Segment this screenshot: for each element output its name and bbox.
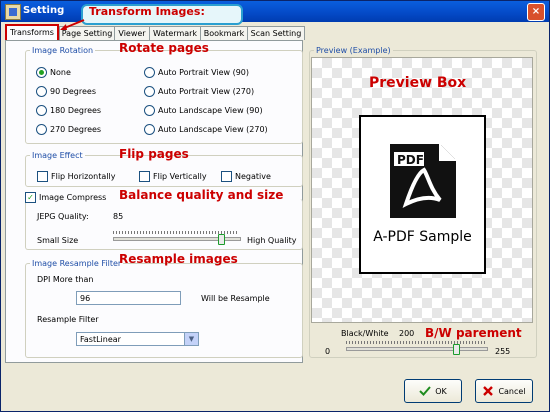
annotation-flip-pages: Flip pages [119,147,189,161]
pdf-file-icon: PDF [390,144,456,218]
quality-slider-thumb[interactable] [217,234,225,245]
radio-label: 90 Degrees [50,87,97,96]
preview-legend: Preview (Example) [316,46,391,55]
radio-icon [144,86,155,97]
bw-slider-ticks [346,341,486,344]
radio-selected-icon [36,67,47,78]
checkbox-label: Image Compress [39,193,107,202]
annotation-resample-images: Resample images [119,252,238,266]
small-size-label: Small Size [37,236,79,245]
radio-auto-landscape-90[interactable]: Auto Landscape View (90) [144,105,263,116]
checkbox-icon [139,171,150,182]
bw-label: Black/White [341,329,389,338]
radio-icon [36,124,47,135]
check-mark-icon: ✓ [25,192,36,203]
radio-none[interactable]: None [36,67,71,78]
bw-max-label: 255 [495,347,511,356]
radio-auto-portrait-270[interactable]: Auto Portrait View (270) [144,86,254,97]
bw-slider[interactable] [346,347,488,351]
image-compress-checkbox[interactable]: ✓ Image Compress [25,192,110,203]
radio-label: Auto Portrait View (270) [158,87,255,96]
preview-box: PDF A-PDF Sample [311,57,533,323]
flip-vertically-checkbox[interactable]: Flip Vertically [139,171,207,182]
app-icon [5,4,21,20]
setting-dialog: Setting × Transforms Page Setting Viewer… [0,0,550,412]
radio-label: Auto Landscape View (270) [158,125,268,134]
image-effect-legend: Image Effect [32,151,83,160]
check-icon [419,386,431,396]
resample-filter-legend: Image Resample Filter [32,259,122,268]
checkbox-icon [221,171,232,182]
negative-checkbox[interactable]: Negative [221,171,271,182]
annotation-transform-images: Transform Images: [89,5,205,18]
radio-auto-portrait-90[interactable]: Auto Portrait View (90) [144,67,249,78]
radio-icon [36,105,47,116]
radio-label: Auto Portrait View (90) [158,68,250,77]
resample-filter-label: Resample Filter [37,315,99,324]
x-icon [483,386,494,396]
checkbox-icon [37,171,48,182]
dpi-label: DPI More than [37,275,94,284]
cancel-button[interactable]: Cancel [475,379,533,403]
sample-page: PDF A-PDF Sample [359,115,486,274]
ok-button[interactable]: OK [404,379,462,403]
radio-180[interactable]: 180 Degrees [36,105,101,116]
annotation-preview-box: Preview Box [369,75,467,91]
radio-90[interactable]: 90 Degrees [36,86,96,97]
ok-label: OK [435,386,447,396]
checkbox-label: Negative [235,172,271,181]
resample-filter-value: FastLinear [80,335,121,344]
checkbox-label: Flip Vertically [153,172,207,181]
tab-bookmark[interactable]: Bookmark [200,26,248,40]
cancel-label: Cancel [498,386,526,396]
callout-arrow-icon [60,19,85,30]
bw-min-label: 0 [325,347,331,356]
radio-label: None [50,68,71,77]
radio-icon [36,86,47,97]
close-button[interactable]: × [527,3,545,21]
svg-text:PDF: PDF [397,153,424,167]
sample-label: A-PDF Sample [373,229,472,245]
flip-horizontally-checkbox[interactable]: Flip Horizontally [37,171,115,182]
chevron-down-icon[interactable]: ▼ [184,333,198,345]
tab-viewer[interactable]: Viewer [114,26,150,40]
resample-filter-select[interactable]: FastLinear ▼ [76,332,199,346]
bw-slider-thumb[interactable] [452,344,460,355]
radio-label: 270 Degrees [50,125,102,134]
image-rotation-legend: Image Rotation [32,46,94,55]
high-quality-label: High Quality [247,236,297,245]
will-be-resample-label: Will be Resample [201,294,270,303]
radio-auto-landscape-270[interactable]: Auto Landscape View (270) [144,124,268,135]
jpeg-quality-label: JEPG Quality: [37,212,89,221]
dpi-input[interactable]: 96 [76,291,181,305]
radio-label: 180 Degrees [50,106,102,115]
annotation-rotate-pages: Rotate pages [119,41,209,55]
annotation-bw-parement: B/W parement [425,326,522,340]
checkbox-label: Flip Horizontally [51,172,116,181]
tab-scan-setting[interactable]: Scan Setting [247,26,305,40]
annotation-balance-quality: Balance quality and size [119,188,284,202]
radio-icon [144,124,155,135]
window-title: Setting [23,5,65,16]
radio-270[interactable]: 270 Degrees [36,124,101,135]
bw-value: 200 [399,329,415,338]
jpeg-quality-value: 85 [113,212,124,221]
radio-icon [144,67,155,78]
radio-icon [144,105,155,116]
tab-watermark[interactable]: Watermark [149,26,201,40]
radio-label: Auto Landscape View (90) [158,106,263,115]
